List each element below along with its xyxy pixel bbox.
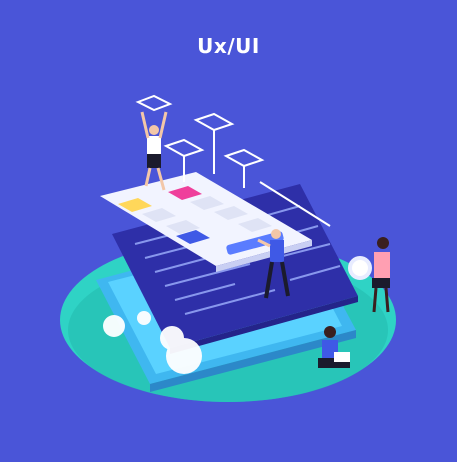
gear-icon (166, 338, 202, 374)
laptop (334, 352, 350, 362)
gear-icon (348, 256, 372, 280)
woman-holding-frame (140, 111, 168, 191)
gear-icon (103, 315, 125, 337)
isometric-scene (60, 94, 396, 402)
ux-ui-illustration: Ux/UI (0, 0, 457, 462)
gear-icon (137, 311, 151, 325)
